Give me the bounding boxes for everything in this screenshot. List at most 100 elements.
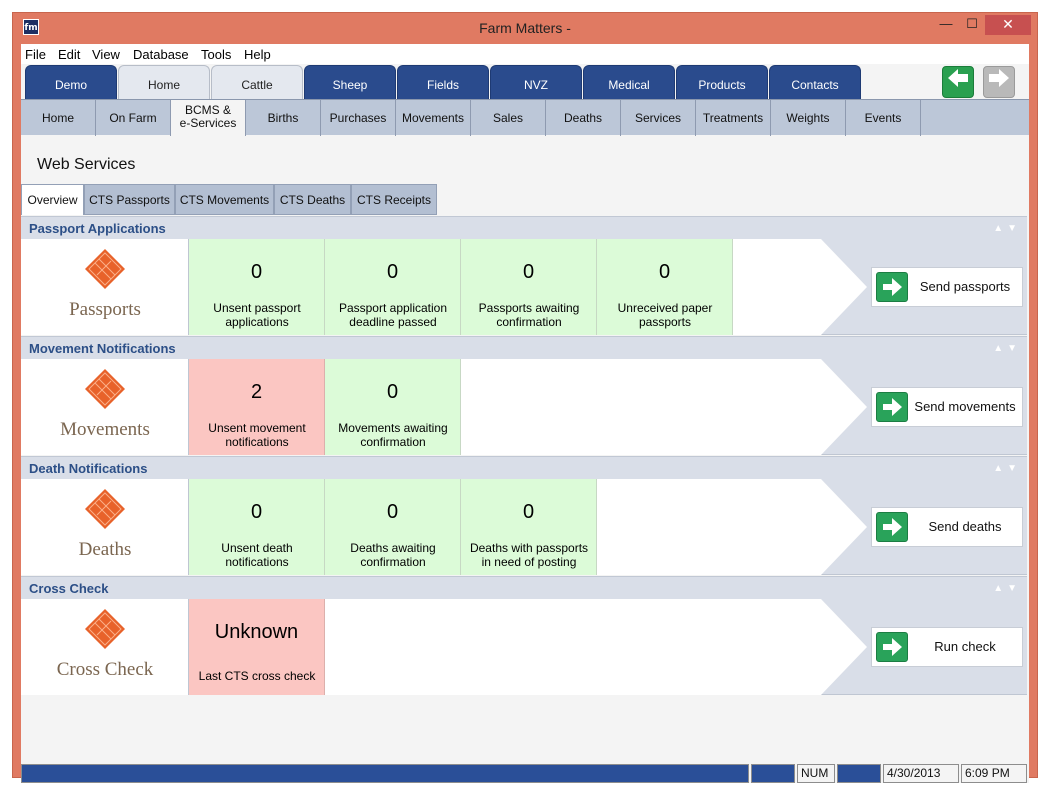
sub-tab-strip: Home On Farm BCMS & e-Services Births Pu… [21,99,1029,136]
section-icon-label: Passports [69,299,141,320]
stat-caption: Unreceived paper passports [617,301,713,329]
stat-caption: Unsent passport applications [213,301,301,329]
stat-tile[interactable]: Unknown Last CTS cross check [189,599,325,695]
section-fill [597,479,821,575]
section-action-button[interactable]: Send movements [871,387,1023,427]
status-time: 6:09 PM [961,764,1027,783]
tab-contacts[interactable]: Contacts [769,65,861,99]
section-icon-cell: Movements [21,359,189,455]
stat-tile[interactable]: 0 Deaths awaiting confirmation [325,479,461,575]
section-title: Cross Check [29,581,109,596]
section-header: Passport Applications ▲▼ [21,216,1027,239]
menu-file[interactable]: File [25,47,46,62]
go-arrow-icon [876,272,908,302]
subtab-purchases[interactable]: Purchases [321,100,396,136]
stat-caption: Passport application deadline passed [338,301,448,329]
stat-tile[interactable]: 0 Deaths with passports in need of postin… [461,479,597,575]
cts-tab-movements[interactable]: CTS Movements [175,184,274,215]
stat-caption: Deaths with passports in need of posting [469,541,589,569]
subtab-treatments[interactable]: Treatments [696,100,771,136]
section-action-button[interactable]: Send passports [871,267,1023,307]
section-title: Passport Applications [29,221,166,236]
back-button[interactable] [942,66,974,98]
subtab-on-farm[interactable]: On Farm [96,100,171,136]
status-date: 4/30/2013 [883,764,959,783]
stat-tile[interactable]: 0 Unreceived paper passports [597,239,733,335]
go-arrow-icon [876,392,908,422]
subtab-deaths[interactable]: Deaths [546,100,621,136]
client-area: File Edit View Database Tools Help Demo … [21,44,1029,783]
subtab-bcms-e-services[interactable]: BCMS & e-Services [171,100,246,136]
ear-tag-icon [85,609,125,649]
reorder-arrows-icon[interactable]: ▲▼ [993,457,1021,480]
stat-caption: Movements awaiting confirmation [338,421,448,449]
stat-tile[interactable]: 0 Unsent passport applications [189,239,325,335]
subtab-movements[interactable]: Movements [396,100,471,136]
stat-tile[interactable]: 0 Passport application deadline passed [325,239,461,335]
page-title: Web Services [37,156,136,173]
minimize-button[interactable]: — [937,15,955,35]
close-button[interactable]: ✕ [985,15,1031,35]
cts-tab-passports[interactable]: CTS Passports [84,184,175,215]
section-icon-cell: Deaths [21,479,189,575]
action-label: Send deaths [928,519,1002,534]
menu-edit[interactable]: Edit [58,47,80,62]
action-label: Send movements [914,399,1016,414]
reorder-arrows-icon[interactable]: ▲▼ [993,217,1021,240]
tab-home[interactable]: Home [118,65,210,99]
go-arrow-icon [876,632,908,662]
stat-tile[interactable]: 2 Unsent movement notifications [189,359,325,455]
reorder-arrows-icon[interactable]: ▲▼ [993,577,1021,600]
tab-demo[interactable]: Demo [25,65,117,99]
title-bar: fm Farm Matters - — ☐ ✕ [13,13,1037,44]
section-header: Movement Notifications ▲▼ [21,336,1027,359]
action-label: Run check [934,639,996,654]
section-chevron [821,239,867,335]
tab-medical[interactable]: Medical [583,65,675,99]
tab-products[interactable]: Products [676,65,768,99]
forward-button[interactable] [983,66,1015,98]
menu-view[interactable]: View [92,47,120,62]
subtab-home[interactable]: Home [21,100,96,136]
tab-cattle[interactable]: Cattle [211,65,303,99]
section-icon-cell: Passports [21,239,189,335]
action-label: Send passports [919,279,1011,294]
section-fill [325,599,821,695]
subtab-sales[interactable]: Sales [471,100,546,136]
subtab-events[interactable]: Events [846,100,921,136]
stat-tile[interactable]: 0 Passports awaiting confirmation [461,239,597,335]
section-fill [733,239,821,335]
section-action-button[interactable]: Run check [871,627,1023,667]
ear-tag-icon [85,249,125,289]
section-icon-label: Cross Check [56,659,154,680]
menu-database[interactable]: Database [133,47,189,62]
stat-caption: Passports awaiting confirmation [478,301,580,329]
reorder-arrows-icon[interactable]: ▲▼ [993,337,1021,360]
cts-tab-overview[interactable]: Overview [21,184,84,215]
stat-value: 0 [522,501,535,523]
cts-tab-receipts[interactable]: CTS Receipts [351,184,437,215]
section-row: Deaths 0 Unsent death notifications 0 Deaths… [21,479,1027,575]
maximize-button[interactable]: ☐ [963,15,981,35]
subtab-weights[interactable]: Weights [771,100,846,136]
stat-value: 0 [658,261,671,283]
tab-nvz[interactable]: NVZ [490,65,582,99]
stat-tile[interactable]: 0 Unsent death notifications [189,479,325,575]
section-header: Death Notifications ▲▼ [21,456,1027,479]
stat-caption: Unsent death notifications [221,541,293,569]
tab-sheep[interactable]: Sheep [304,65,396,99]
cts-tab-deaths[interactable]: CTS Deaths [274,184,351,215]
menu-help[interactable]: Help [244,47,271,62]
section-title: Death Notifications [29,461,148,476]
subtab-services[interactable]: Services [621,100,696,136]
section-header: Cross Check ▲▼ [21,576,1027,599]
section-chevron [821,359,867,455]
section-action-button[interactable]: Send deaths [871,507,1023,547]
status-cell [751,764,795,783]
tab-fields[interactable]: Fields [397,65,489,99]
section-row: Cross Check Unknown Last CTS cross check Ru… [21,599,1027,695]
stat-tile[interactable]: 0 Movements awaiting confirmation [325,359,461,455]
ear-tag-icon [85,369,125,409]
subtab-births[interactable]: Births [246,100,321,136]
menu-tools[interactable]: Tools [201,47,231,62]
